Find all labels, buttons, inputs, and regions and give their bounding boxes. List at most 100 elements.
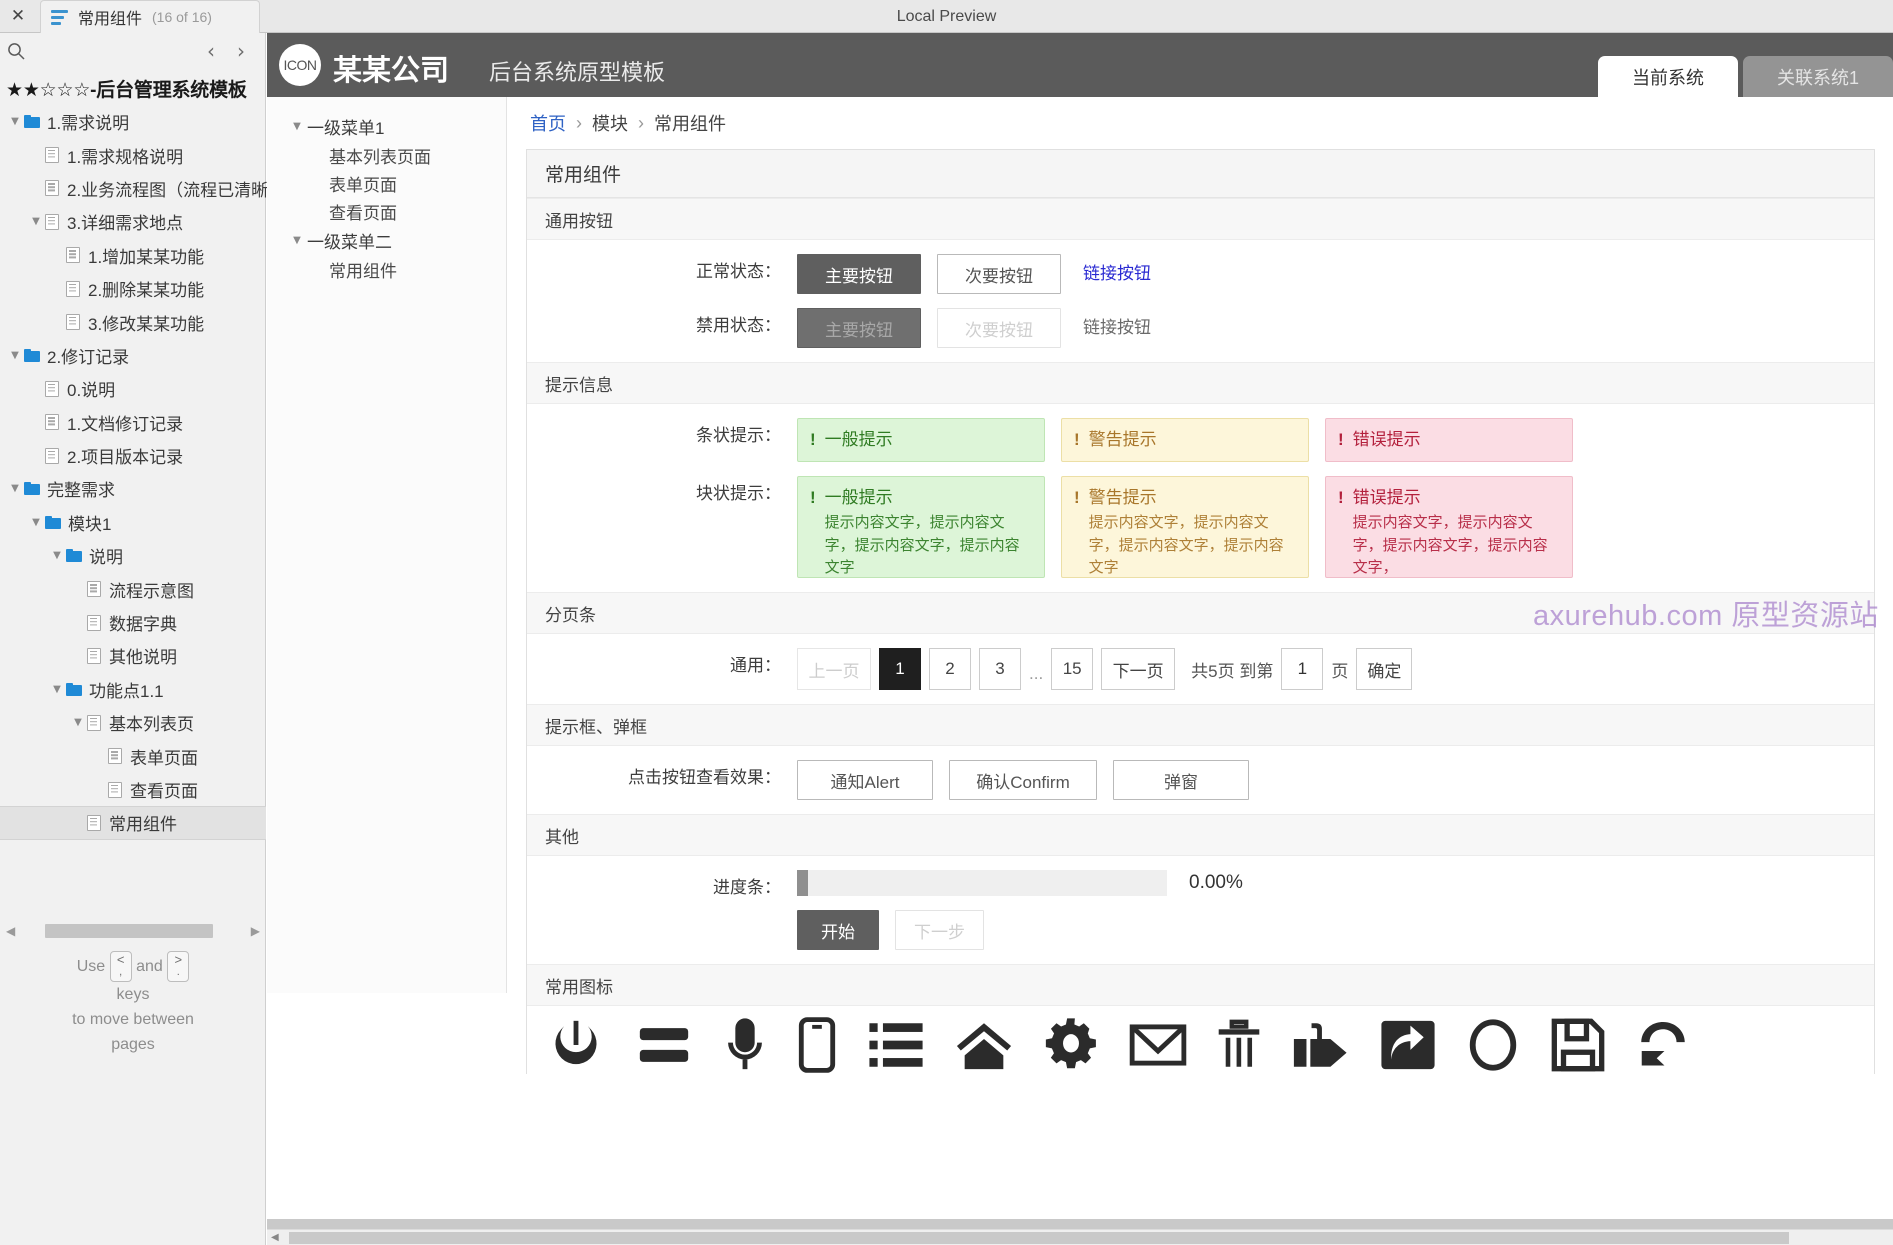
- side-menu-group[interactable]: ▼ 一级菜单1: [267, 111, 506, 141]
- sitemap-item-label: 0.说明: [67, 381, 116, 401]
- sitemap-next-button[interactable]: ›: [228, 38, 254, 64]
- side-menu-item[interactable]: 查看页面: [267, 197, 506, 225]
- page-icon: [87, 581, 101, 598]
- side-menu-item[interactable]: 基本列表页面: [267, 141, 506, 169]
- sitemap-item[interactable]: ▼ 常用组件: [0, 806, 266, 840]
- system-tab[interactable]: 当前系统: [1597, 56, 1738, 97]
- sitemap-item[interactable]: ▼ 完整需求: [0, 472, 266, 505]
- mobile-icon[interactable]: [795, 1016, 839, 1074]
- sitemap-item-label: 表单页面: [130, 748, 198, 768]
- page-icon: [45, 213, 59, 230]
- chevron-down-icon[interactable]: ▼: [27, 216, 45, 227]
- power-icon[interactable]: [545, 1016, 607, 1074]
- pagination-page-2[interactable]: 2: [929, 648, 971, 691]
- chevron-down-icon[interactable]: ▼: [6, 350, 24, 361]
- scroll-left-icon[interactable]: ◀: [6, 924, 15, 938]
- alert-block-info-desc: 提示内容文字，提示内容文字，提示内容文字，提示内容文字: [824, 514, 1020, 577]
- sitemap-item[interactable]: ▼ 1.增加某某功能: [0, 239, 266, 272]
- error-bang-icon: !: [1338, 488, 1344, 508]
- sitemap-item[interactable]: ▼ 2.删除某某功能: [0, 272, 266, 305]
- pagination-last-page[interactable]: 15: [1051, 648, 1094, 691]
- scroll-thumb[interactable]: [45, 924, 214, 938]
- system-tab[interactable]: 关联系统1: [1742, 56, 1893, 97]
- sitemap-item[interactable]: ▼ 表单页面: [0, 739, 266, 772]
- sitemap-item-label: 2.修订记录: [47, 347, 130, 367]
- microphone-icon[interactable]: [721, 1016, 769, 1074]
- close-icon[interactable]: ✕: [5, 2, 31, 30]
- sitemap-item[interactable]: ▼ 3.修改某某功能: [0, 305, 266, 338]
- chevron-down-icon[interactable]: ▼: [48, 684, 66, 695]
- alert-dialog-button[interactable]: 通知Alert: [797, 760, 933, 801]
- trash-icon[interactable]: [1215, 1016, 1263, 1074]
- modal-dialog-button[interactable]: 弹窗: [1113, 760, 1249, 801]
- sitemap-item[interactable]: ▼ 其他说明: [0, 639, 266, 672]
- pagination-page-1[interactable]: 1: [879, 648, 921, 691]
- sitemap-item[interactable]: ▼ 模块1: [0, 506, 266, 539]
- sitemap-hscrollbar[interactable]: ◀ ▶: [0, 918, 266, 944]
- sitemap-item[interactable]: ▼ 2.修订记录: [0, 339, 266, 372]
- hint-use: Use: [76, 957, 106, 975]
- app-hscrollbar[interactable]: ◀: [267, 1229, 1893, 1245]
- sitemap-item[interactable]: ▼ 1.文档修订记录: [0, 406, 266, 439]
- content-area: 首页 › 模块 › 常用组件 常用组件 通用按钮 正常状态： 主要按钮 次要按钮…: [508, 97, 1893, 1245]
- sitemap-item[interactable]: ▼ 流程示意图: [0, 572, 266, 605]
- sitemap-item[interactable]: ▼ 2.项目版本记录: [0, 439, 266, 472]
- chevron-down-icon[interactable]: ▼: [287, 121, 307, 132]
- link-button[interactable]: 链接按钮: [1077, 254, 1157, 294]
- sitemap-item[interactable]: ▼ 说明: [0, 539, 266, 572]
- pagination-jump-input[interactable]: [1281, 648, 1324, 691]
- chevron-down-icon[interactable]: ▼: [69, 717, 87, 728]
- sitemap-item[interactable]: ▼ 数据字典: [0, 606, 266, 639]
- sitemap-item[interactable]: ▼ 0.说明: [0, 372, 266, 405]
- sitemap-item[interactable]: ▼ 查看页面: [0, 773, 266, 806]
- side-menu-group[interactable]: ▼ 一级菜单二: [267, 225, 506, 255]
- search-icon[interactable]: [6, 41, 26, 61]
- home-icon[interactable]: [953, 1016, 1015, 1074]
- sitemap-title: ★★☆☆☆-后台管理系统模板: [6, 80, 247, 101]
- sitemap-item[interactable]: ▼ 基本列表页: [0, 706, 266, 739]
- pagination-confirm-button[interactable]: 确定: [1356, 648, 1413, 691]
- chevron-down-icon[interactable]: ▼: [6, 116, 24, 127]
- search-icon[interactable]: [1465, 1016, 1521, 1074]
- chevron-down-icon[interactable]: ▼: [287, 235, 307, 246]
- save-icon[interactable]: [1547, 1016, 1609, 1074]
- page-title: 常用组件: [527, 150, 1874, 198]
- gear-icon[interactable]: [1041, 1016, 1101, 1074]
- chevron-down-icon[interactable]: ▼: [27, 517, 45, 528]
- preview-tab[interactable]: 常用组件 (16 of 16): [40, 0, 260, 33]
- section-heading-pagination: 分页条: [527, 592, 1874, 635]
- page-icon: [87, 614, 101, 631]
- thumbs-up-icon[interactable]: [1289, 1016, 1351, 1074]
- breadcrumb-home[interactable]: 首页: [530, 110, 566, 136]
- side-menu: ▼ 一级菜单1 基本列表页面 表单页面 查看页面 ▼ 一级菜单二 常用组件: [267, 97, 507, 993]
- primary-button[interactable]: 主要按钮: [797, 254, 921, 294]
- breadcrumb: 首页 › 模块 › 常用组件: [508, 97, 1893, 149]
- sitemap-item[interactable]: ▼ 2.业务流程图（流程已清晰: [0, 172, 268, 205]
- confirm-dialog-button[interactable]: 确认Confirm: [949, 760, 1097, 801]
- scroll-right-icon[interactable]: ▶: [251, 924, 260, 938]
- list-icon[interactable]: [865, 1016, 927, 1074]
- sitemap-item[interactable]: ▼ 3.详细需求地点: [0, 205, 266, 238]
- mail-icon[interactable]: [1127, 1016, 1189, 1074]
- sitemap-item[interactable]: ▼ 功能点1.1: [0, 673, 266, 706]
- app-scroll-thumb[interactable]: [289, 1232, 1789, 1244]
- scroll-track[interactable]: [23, 924, 243, 938]
- side-menu-item[interactable]: 表单页面: [267, 169, 506, 197]
- share-icon[interactable]: [1377, 1016, 1439, 1074]
- sitemap-item[interactable]: ▼ 1.需求说明: [0, 105, 266, 138]
- start-button[interactable]: 开始: [797, 910, 879, 951]
- breadcrumb-module[interactable]: 模块: [592, 110, 628, 136]
- progress-row: 进度条： 0.00% 开始 下一步: [527, 856, 1874, 964]
- chevron-down-icon[interactable]: ▼: [6, 483, 24, 494]
- side-menu-group-label: 一级菜单二: [307, 232, 392, 252]
- menu-icon[interactable]: [633, 1016, 695, 1074]
- pagination-next[interactable]: 下一页: [1101, 648, 1176, 691]
- sitemap-item[interactable]: ▼ 1.需求规格说明: [0, 138, 266, 171]
- pagination-page-3[interactable]: 3: [979, 648, 1021, 691]
- app-scroll-left-icon[interactable]: ◀: [271, 1232, 279, 1243]
- secondary-button[interactable]: 次要按钮: [937, 254, 1061, 294]
- sitemap-prev-button[interactable]: ‹: [198, 38, 224, 64]
- undo-icon[interactable]: [1635, 1016, 1691, 1074]
- side-menu-item[interactable]: 常用组件: [267, 255, 506, 283]
- chevron-down-icon[interactable]: ▼: [48, 550, 66, 561]
